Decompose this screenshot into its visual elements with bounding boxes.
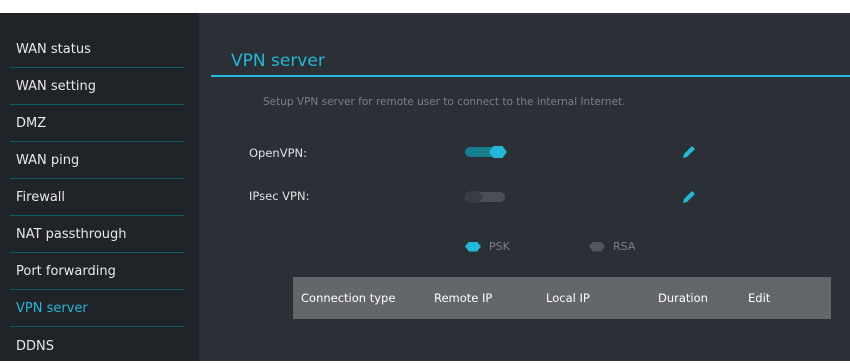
pencil-icon[interactable] [681,144,697,160]
connections-table-header: Connection type Remote IP Local IP Durat… [293,277,831,319]
radio-unselected-icon [589,241,605,252]
sidebar-item-port-forwarding[interactable]: Port forwarding [10,254,184,290]
column-header-connection-type: Connection type [301,291,396,305]
sidebar-item-dmz[interactable]: DMZ [10,106,184,142]
openvpn-toggle[interactable] [465,146,509,158]
main-content: VPN server Setup VPN server for remote u… [199,13,850,361]
sidebar-item-wan-ping[interactable]: WAN ping [10,143,184,179]
sidebar-item-wan-status[interactable]: WAN status [10,32,184,68]
sidebar-item-nat-passthrough[interactable]: NAT passthrough [10,217,184,253]
sidebar: WAN status WAN setting DMZ WAN ping Fire… [0,13,199,361]
ipsec-vpn-toggle[interactable] [465,191,509,203]
rsa-radio[interactable]: RSA [589,240,635,253]
pencil-icon[interactable] [681,189,697,205]
sidebar-item-ddns[interactable]: DDNS [10,328,184,364]
radio-selected-icon [465,241,481,252]
openvpn-label: OpenVPN: [249,146,307,160]
column-header-local-ip: Local IP [546,291,590,305]
column-header-remote-ip: Remote IP [434,291,493,305]
sidebar-item-wan-setting[interactable]: WAN setting [10,69,184,105]
sidebar-item-firewall[interactable]: Firewall [10,180,184,216]
page-title: VPN server [231,51,325,71]
page-description: Setup VPN server for remote user to conn… [263,96,626,108]
psk-label: PSK [489,240,510,253]
column-header-duration: Duration [658,291,708,305]
ipsec-vpn-label: IPsec VPN: [249,189,310,203]
router-admin-panel: WAN status WAN setting DMZ WAN ping Fire… [0,13,850,361]
psk-radio[interactable]: PSK [465,240,510,253]
title-divider [211,75,850,77]
rsa-label: RSA [613,240,636,253]
column-header-edit: Edit [748,291,771,305]
sidebar-item-vpn-server[interactable]: VPN server [10,291,184,327]
